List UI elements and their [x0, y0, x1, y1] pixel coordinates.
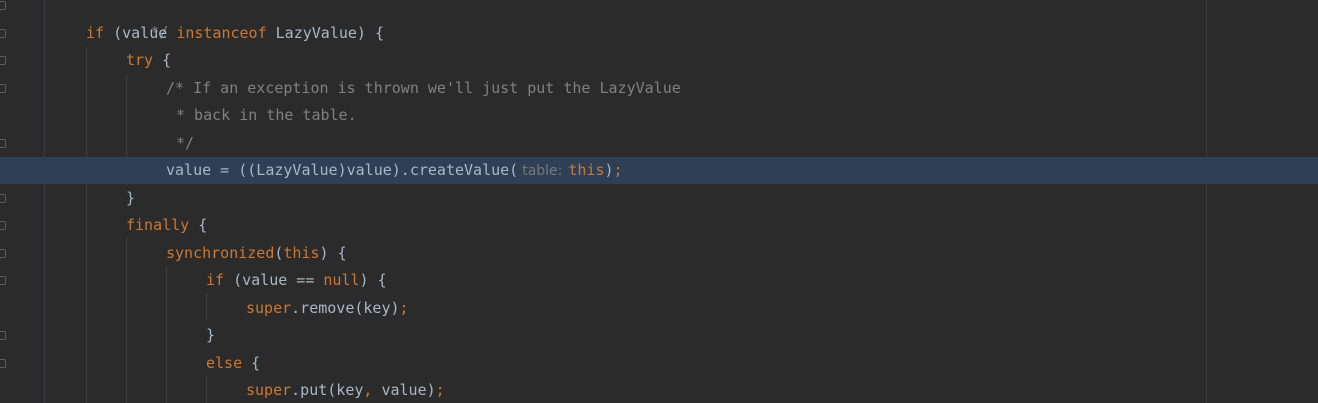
code-line[interactable]: if (value instanceof LazyValue) {: [0, 20, 1318, 47]
code-text: finally {: [126, 212, 207, 239]
code-token: value = ((LazyValue)value).createValue(: [166, 161, 519, 179]
code-token: {: [153, 51, 172, 69]
semicolon-token: ;: [399, 299, 409, 317]
code-text: super.remove(key);: [246, 295, 409, 322]
code-text: try {: [126, 47, 171, 74]
code-line[interactable]: super.put(key, value);: [0, 377, 1318, 403]
code-line[interactable]: super.remove(key);: [0, 295, 1318, 322]
code-line[interactable]: }: [0, 322, 1318, 349]
code-line[interactable]: finally {: [0, 212, 1318, 239]
keyword-token: finally: [126, 216, 190, 234]
code-token: {: [242, 354, 261, 372]
code-text: }: [126, 185, 135, 212]
keyword-token: if: [206, 271, 225, 289]
code-token: (value: [104, 24, 177, 42]
code-text: */: [96, 0, 168, 41]
keyword-token: super: [246, 381, 292, 399]
code-token: value): [372, 381, 436, 399]
keyword-token: super: [246, 299, 292, 317]
comment-token: * back in the table.: [176, 106, 357, 124]
code-text: if (value == null) {: [206, 267, 387, 294]
code-line[interactable]: try {: [0, 47, 1318, 74]
code-token: }: [126, 189, 136, 207]
code-token: .remove(key): [291, 299, 400, 317]
code-token: ) {: [319, 244, 347, 262]
code-line[interactable]: else {: [0, 350, 1318, 377]
code-text: value = ((LazyValue)value).createValue(t…: [166, 157, 623, 184]
code-token: {: [189, 216, 208, 234]
code-line[interactable]: * back in the table.: [0, 102, 1318, 129]
keyword-token: try: [126, 51, 154, 69]
code-text: super.put(key, value);: [246, 377, 445, 403]
code-text: if (value instanceof LazyValue) {: [86, 20, 384, 47]
code-line[interactable]: synchronized(this) {: [0, 240, 1318, 267]
code-text: /* If an exception is thrown we'll just …: [166, 75, 681, 102]
code-token: LazyValue) {: [266, 24, 385, 42]
code-text: */: [176, 130, 194, 157]
code-text: synchronized(this) {: [166, 240, 347, 267]
code-line[interactable]: */: [0, 0, 1318, 41]
keyword-token: this: [283, 244, 320, 262]
keyword-token: instanceof: [176, 24, 267, 42]
code-token: (value ==: [224, 271, 324, 289]
keyword-token: null: [323, 271, 360, 289]
code-line[interactable]: }: [0, 185, 1318, 212]
code-text: else {: [206, 350, 260, 377]
current-line[interactable]: value = ((LazyValue)value).createValue(t…: [0, 157, 1318, 184]
code-token: .put(key: [291, 381, 364, 399]
code-line[interactable]: /* If an exception is thrown we'll just …: [0, 75, 1318, 102]
parameter-hint: table:: [522, 163, 563, 179]
keyword-token: this: [568, 161, 605, 179]
code-text: * back in the table.: [176, 102, 357, 129]
code-text: }: [206, 322, 215, 349]
semicolon-token: ;: [435, 381, 445, 399]
code-token: ): [604, 161, 614, 179]
keyword-token: if: [86, 24, 105, 42]
code-editor[interactable]: */ if (value instanceof LazyValue) { try…: [0, 0, 1318, 403]
comment-token: */: [176, 134, 195, 152]
keyword-token: synchronized: [166, 244, 275, 262]
code-line[interactable]: */: [0, 130, 1318, 157]
code-token: }: [206, 326, 216, 344]
keyword-token: else: [206, 354, 243, 372]
semicolon-token: ;: [613, 161, 623, 179]
code-token: ) {: [359, 271, 387, 289]
code-line[interactable]: if (value == null) {: [0, 267, 1318, 294]
comment-token: /* If an exception is thrown we'll just …: [166, 79, 681, 97]
